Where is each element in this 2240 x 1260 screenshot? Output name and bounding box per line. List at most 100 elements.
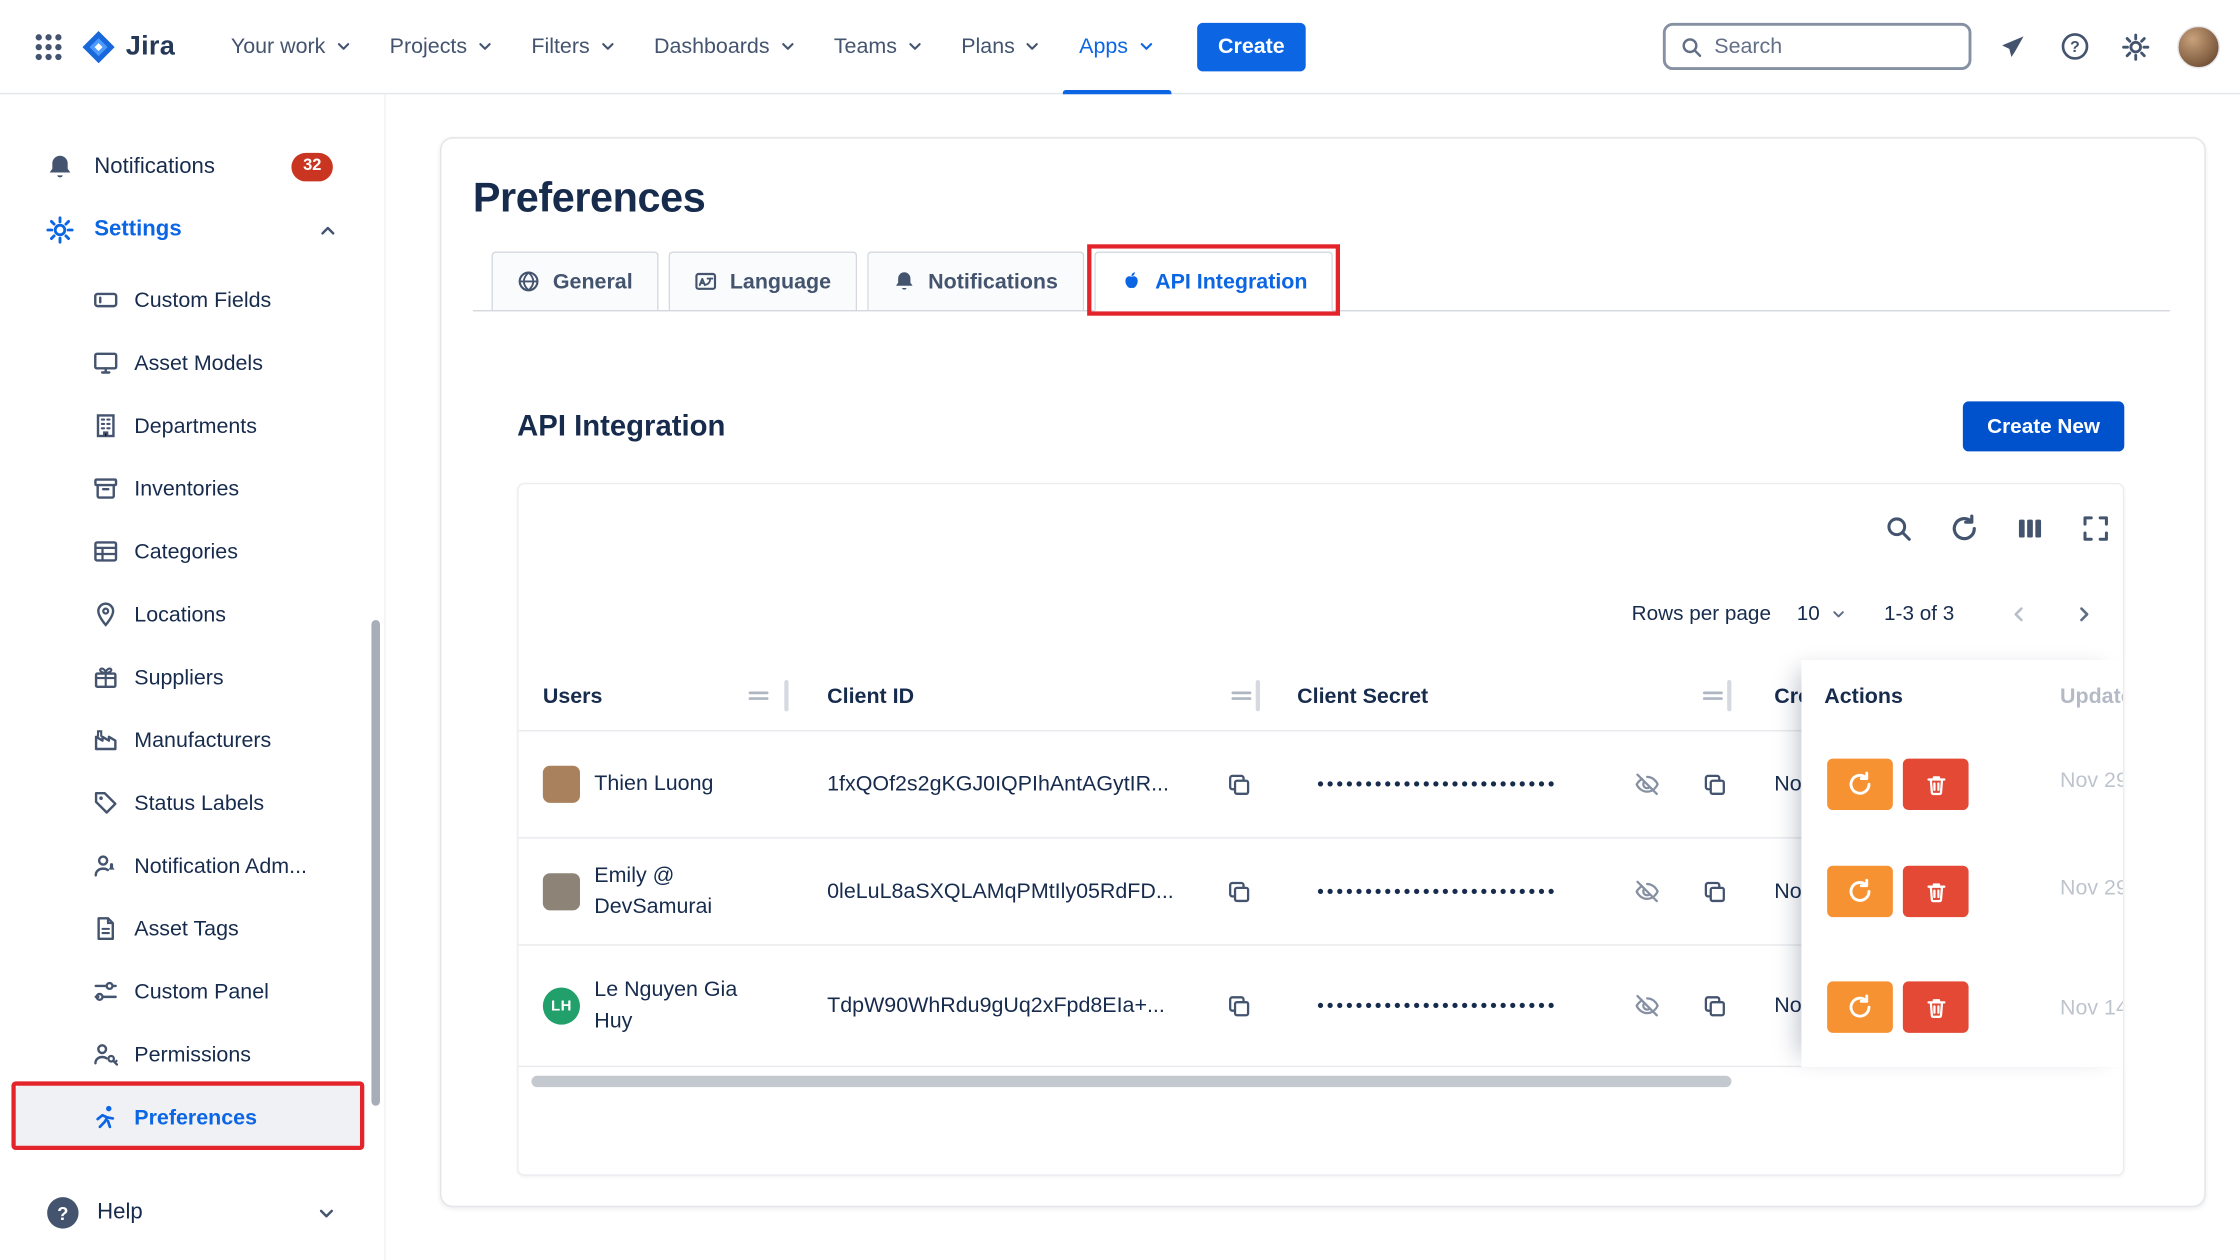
app-switcher-button[interactable] xyxy=(29,26,69,66)
sidebar-item-suppliers[interactable]: Suppliers xyxy=(0,646,384,709)
client-secret-mask: ••••••••••••••••••••••••• xyxy=(1317,995,1620,1016)
jira-app: Jira Your work Projects Filters Dashboar… xyxy=(0,0,2240,1260)
sidebar-item-asset-models[interactable]: Asset Models xyxy=(0,331,384,394)
help-button[interactable] xyxy=(2054,26,2094,66)
delete-token-button[interactable] xyxy=(1903,759,1969,810)
column-resize-icon[interactable] xyxy=(746,683,772,709)
sidebar-item-notification-admin[interactable]: Notification Adm... xyxy=(0,834,384,897)
sidebar-item-manufacturers[interactable]: Manufacturers xyxy=(0,709,384,772)
prev-page-button[interactable] xyxy=(1997,593,2040,636)
nav-item-filters[interactable]: Filters xyxy=(513,0,636,94)
tab-language[interactable]: Language xyxy=(668,251,856,310)
copy-client-secret-button[interactable] xyxy=(1699,876,1730,907)
copy-client-secret-button[interactable] xyxy=(1699,769,1730,800)
sidebar-item-custom-panel[interactable]: Custom Panel xyxy=(0,960,384,1023)
nav-item-teams[interactable]: Teams xyxy=(815,0,942,94)
chevron-down-icon xyxy=(598,37,617,56)
next-page-button[interactable] xyxy=(2063,593,2106,636)
eye-off-icon xyxy=(1634,771,1660,797)
columns-icon xyxy=(2016,514,2045,543)
sidebar-item-label: Suppliers xyxy=(134,665,223,689)
nav-item-dashboards[interactable]: Dashboards xyxy=(635,0,815,94)
delete-token-button[interactable] xyxy=(1903,981,1969,1032)
nav-item-plans[interactable]: Plans xyxy=(943,0,1061,94)
rows-per-page-value: 10 xyxy=(1797,603,1820,626)
search-box[interactable] xyxy=(1663,23,1972,70)
status-labels-icon xyxy=(93,790,119,816)
sidebar-item-categories[interactable]: Categories xyxy=(0,520,384,583)
categories-icon xyxy=(93,539,119,565)
actions-cell xyxy=(1827,981,1968,1032)
tab-api-integration[interactable]: API Integration xyxy=(1094,251,1334,311)
sidebar-item-label: Help xyxy=(97,1200,143,1226)
nav-item-apps[interactable]: Apps xyxy=(1061,0,1174,94)
create-button[interactable]: Create xyxy=(1197,22,1307,71)
sidebar-scrollbar-thumb[interactable] xyxy=(371,620,380,1106)
sidebar-item-preferences[interactable]: Preferences xyxy=(16,1086,360,1149)
copy-client-id-button[interactable] xyxy=(1223,876,1254,907)
refresh-icon xyxy=(1847,879,1873,905)
refresh-icon xyxy=(1847,771,1873,797)
create-new-button[interactable]: Create New xyxy=(1963,401,2124,451)
toggle-secret-visibility-button[interactable] xyxy=(1631,769,1662,800)
settings-button[interactable] xyxy=(2116,26,2156,66)
section-title: API Integration xyxy=(517,409,725,443)
sidebar-item-notifications[interactable]: Notifications 32 xyxy=(0,136,384,199)
jira-logo[interactable]: Jira xyxy=(80,28,175,65)
horizontal-scrollbar-thumb[interactable] xyxy=(531,1076,1731,1087)
nav-item-label: Your work xyxy=(231,34,326,58)
column-divider[interactable] xyxy=(1256,680,1260,711)
user-avatar[interactable] xyxy=(2177,25,2220,68)
copy-client-secret-button[interactable] xyxy=(1699,990,1730,1021)
toggle-secret-visibility-button[interactable] xyxy=(1631,876,1662,907)
sidebar-item-label: Asset Models xyxy=(134,351,263,375)
copy-client-id-button[interactable] xyxy=(1223,769,1254,800)
sidebar-item-label: Asset Tags xyxy=(134,916,238,940)
nav-item-label: Dashboards xyxy=(654,34,770,58)
sidebar-item-asset-tags[interactable]: Asset Tags xyxy=(0,897,384,960)
client-secret-mask: ••••••••••••••••••••••••• xyxy=(1317,774,1620,795)
column-resize-icon[interactable] xyxy=(1229,683,1255,709)
avatar xyxy=(543,873,580,910)
sidebar-item-departments[interactable]: Departments xyxy=(0,394,384,457)
sidebar-item-label: Permissions xyxy=(134,1042,251,1066)
sidebar-item-status-labels[interactable]: Status Labels xyxy=(0,771,384,834)
tab-general[interactable]: General xyxy=(491,251,658,310)
sidebar-item-label: Status Labels xyxy=(134,791,264,815)
copy-client-id-button[interactable] xyxy=(1223,990,1254,1021)
nav-item-projects[interactable]: Projects xyxy=(371,0,513,94)
column-divider[interactable] xyxy=(784,680,788,711)
delete-token-button[interactable] xyxy=(1903,866,1969,917)
avatar: LH xyxy=(543,987,580,1024)
api-integration-icon xyxy=(1119,270,1142,293)
regenerate-token-button[interactable] xyxy=(1827,981,1893,1032)
chevron-down-icon xyxy=(906,37,925,56)
nav-item-label: Filters xyxy=(531,34,589,58)
sidebar-item-inventories[interactable]: Inventories xyxy=(0,457,384,520)
toggle-secret-visibility-button[interactable] xyxy=(1631,990,1662,1021)
sidebar-item-locations[interactable]: Locations xyxy=(0,583,384,646)
sidebar-item-permissions[interactable]: Permissions xyxy=(0,1023,384,1086)
tab-notifications[interactable]: Notifications xyxy=(867,251,1084,310)
sidebar-item-custom-fields[interactable]: Custom Fields xyxy=(0,269,384,332)
regenerate-token-button[interactable] xyxy=(1827,866,1893,917)
notification-admin-icon xyxy=(93,853,119,879)
table-search-button[interactable] xyxy=(1883,513,1914,544)
fullscreen-button[interactable] xyxy=(2080,513,2111,544)
rows-per-page-select[interactable]: 10 xyxy=(1797,603,1847,626)
client-id-value: TdpW90WhRdu9gUq2xFpd8EIa+... xyxy=(827,994,1201,1018)
permissions-icon xyxy=(93,1041,119,1067)
column-resize-icon[interactable] xyxy=(1700,683,1726,709)
globe-icon xyxy=(517,270,540,293)
column-settings-button[interactable] xyxy=(2014,513,2045,544)
announcements-button[interactable] xyxy=(1993,26,2033,66)
search-input[interactable] xyxy=(1714,34,1928,58)
column-divider[interactable] xyxy=(1727,680,1731,711)
column-header-actions: Actions xyxy=(1824,660,1903,731)
sidebar-item-help[interactable]: ? Help xyxy=(0,1166,384,1260)
nav-item-your-work[interactable]: Your work xyxy=(212,0,371,94)
sidebar-item-label: Custom Panel xyxy=(134,979,269,1003)
table-refresh-button[interactable] xyxy=(1949,513,1980,544)
sidebar-item-settings[interactable]: Settings xyxy=(0,199,384,262)
regenerate-token-button[interactable] xyxy=(1827,759,1893,810)
